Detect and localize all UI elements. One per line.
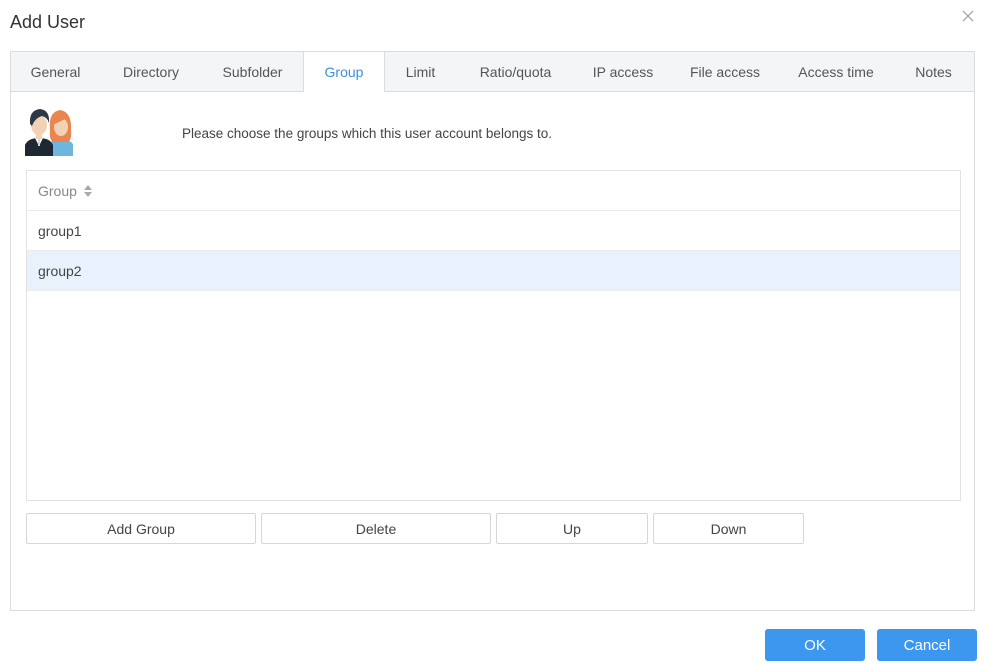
tab-access-time[interactable]: Access time bbox=[779, 52, 893, 91]
dialog-panel: General Directory Subfolder Group Limit … bbox=[10, 51, 975, 611]
table-row[interactable]: group2 bbox=[27, 251, 960, 291]
tab-file-access[interactable]: File access bbox=[671, 52, 779, 91]
group-table: Group group1 group2 bbox=[26, 170, 961, 501]
tab-general[interactable]: General bbox=[11, 52, 100, 91]
cancel-button[interactable]: Cancel bbox=[877, 629, 977, 661]
down-button[interactable]: Down bbox=[653, 513, 804, 544]
close-icon[interactable] bbox=[961, 9, 975, 23]
users-icon bbox=[25, 109, 73, 156]
table-cell-group: group2 bbox=[38, 262, 82, 279]
sort-icon[interactable] bbox=[83, 184, 93, 198]
ok-button[interactable]: OK bbox=[765, 629, 865, 661]
table-header-group[interactable]: Group bbox=[27, 171, 960, 211]
delete-button[interactable]: Delete bbox=[261, 513, 491, 544]
description-text: Please choose the groups which this user… bbox=[182, 126, 552, 141]
tab-notes[interactable]: Notes bbox=[893, 52, 974, 91]
tab-bar: General Directory Subfolder Group Limit … bbox=[11, 52, 974, 92]
table-row[interactable]: group1 bbox=[27, 211, 960, 251]
add-group-button[interactable]: Add Group bbox=[26, 513, 256, 544]
table-cell-group: group1 bbox=[38, 222, 82, 239]
tab-group[interactable]: Group bbox=[303, 52, 385, 92]
tab-directory[interactable]: Directory bbox=[100, 52, 202, 91]
tab-limit[interactable]: Limit bbox=[385, 52, 456, 91]
tab-ratio-quota[interactable]: Ratio/quota bbox=[456, 52, 575, 91]
tab-subfolder[interactable]: Subfolder bbox=[202, 52, 303, 91]
up-button[interactable]: Up bbox=[496, 513, 648, 544]
dialog-title: Add User bbox=[10, 12, 86, 32]
tab-ip-access[interactable]: IP access bbox=[575, 52, 671, 91]
table-header-label: Group bbox=[38, 182, 77, 199]
